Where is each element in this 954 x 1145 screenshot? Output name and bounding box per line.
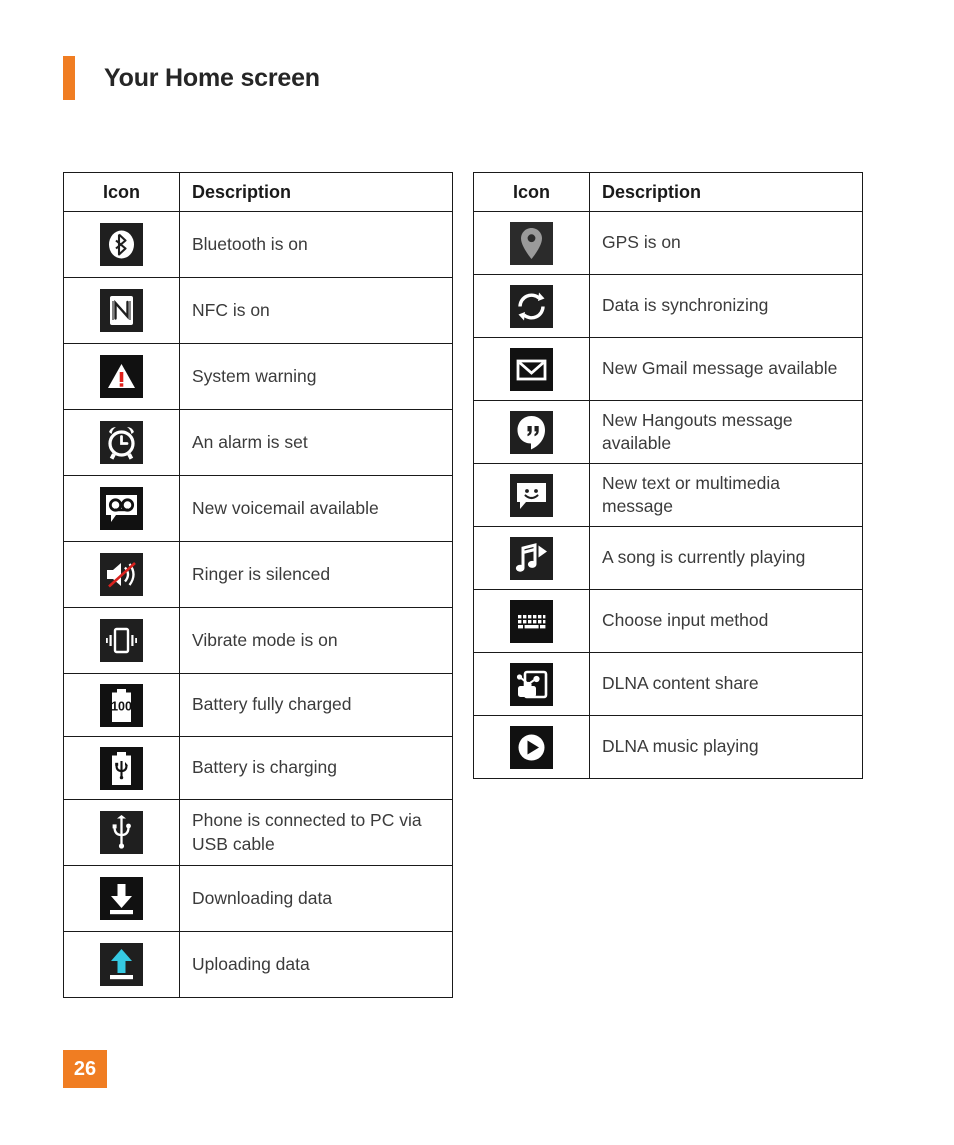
icon-cell bbox=[473, 526, 590, 590]
icon-cell bbox=[63, 409, 180, 476]
icon-cell bbox=[63, 931, 180, 998]
usb-icon bbox=[100, 811, 143, 854]
column-header-description: Description bbox=[589, 172, 863, 212]
icon-cell bbox=[473, 589, 590, 653]
description-cell: New voicemail available bbox=[179, 475, 453, 542]
nfc-icon bbox=[100, 289, 143, 332]
table-row: Ringer is silenced bbox=[63, 541, 453, 608]
table-row: New Gmail message available bbox=[473, 337, 863, 401]
table-row: 100 Battery fully charged bbox=[63, 673, 453, 737]
table-row: Downloading data bbox=[63, 865, 453, 932]
sms-icon bbox=[510, 473, 553, 517]
description-cell: Vibrate mode is on bbox=[179, 607, 453, 674]
header-accent-bar bbox=[63, 56, 75, 100]
gps-pin-icon bbox=[510, 221, 553, 265]
upload-icon bbox=[100, 943, 143, 986]
icon-cell bbox=[473, 463, 590, 527]
description-cell: NFC is on bbox=[179, 277, 453, 344]
download-icon bbox=[100, 877, 143, 920]
icon-cell bbox=[473, 211, 590, 275]
vibrate-icon bbox=[100, 619, 143, 662]
table-row: NFC is on bbox=[63, 277, 453, 344]
description-cell: New Hangouts message available bbox=[589, 400, 863, 464]
bluetooth-icon bbox=[100, 223, 143, 266]
status-icon-table-right: Icon Description GPS is on Data is synch… bbox=[473, 172, 863, 779]
description-cell: Ringer is silenced bbox=[179, 541, 453, 608]
icon-cell bbox=[63, 211, 180, 278]
mute-speaker-icon bbox=[100, 553, 143, 596]
table-row: System warning bbox=[63, 343, 453, 410]
description-cell: DLNA music playing bbox=[589, 715, 863, 779]
icon-cell bbox=[473, 400, 590, 464]
description-cell: New text or multimedia message bbox=[589, 463, 863, 527]
hangouts-icon bbox=[510, 410, 553, 454]
icon-cell bbox=[63, 607, 180, 674]
music-note-icon bbox=[510, 536, 553, 580]
dlna-share-icon bbox=[510, 662, 553, 706]
description-cell: Phone is connected to PC via USB cable bbox=[179, 799, 453, 866]
description-cell: Downloading data bbox=[179, 865, 453, 932]
voicemail-icon bbox=[100, 487, 143, 530]
table-row: New voicemail available bbox=[63, 475, 453, 542]
table-row: Choose input method bbox=[473, 589, 863, 653]
table-row: Vibrate mode is on bbox=[63, 607, 453, 674]
table-row: DLNA content share bbox=[473, 652, 863, 716]
icon-cell bbox=[473, 652, 590, 716]
table-row: A song is currently playing bbox=[473, 526, 863, 590]
status-icon-table-left: Icon Description Bluetooth is on NFC is … bbox=[63, 172, 453, 998]
description-cell: DLNA content share bbox=[589, 652, 863, 716]
table-row: New Hangouts message available bbox=[473, 400, 863, 464]
icon-cell bbox=[63, 475, 180, 542]
description-cell: Choose input method bbox=[589, 589, 863, 653]
description-cell: A song is currently playing bbox=[589, 526, 863, 590]
description-cell: GPS is on bbox=[589, 211, 863, 275]
table-row: An alarm is set bbox=[63, 409, 453, 476]
table-row: GPS is on bbox=[473, 211, 863, 275]
description-cell: Battery fully charged bbox=[179, 673, 453, 737]
table-row: Bluetooth is on bbox=[63, 211, 453, 278]
icon-cell bbox=[473, 715, 590, 779]
table-row: Uploading data bbox=[63, 931, 453, 998]
battery-charging-icon bbox=[100, 746, 143, 790]
description-cell: New Gmail message available bbox=[589, 337, 863, 401]
icon-cell bbox=[63, 865, 180, 932]
icon-cell bbox=[63, 541, 180, 608]
keyboard-icon bbox=[510, 599, 553, 643]
description-cell: Bluetooth is on bbox=[179, 211, 453, 278]
column-header-description: Description bbox=[179, 172, 453, 212]
column-header-icon: Icon bbox=[473, 172, 590, 212]
icon-cell bbox=[63, 277, 180, 344]
column-header-icon: Icon bbox=[63, 172, 180, 212]
table-header-row: Icon Description bbox=[473, 172, 863, 212]
table-row: Phone is connected to PC via USB cable bbox=[63, 799, 453, 866]
table-header-row: Icon Description bbox=[63, 172, 453, 212]
page-title: Your Home screen bbox=[104, 63, 320, 92]
icon-cell bbox=[63, 343, 180, 410]
alarm-clock-icon bbox=[100, 421, 143, 464]
page-number-badge: 26 bbox=[63, 1050, 107, 1088]
table-row: New text or multimedia message bbox=[473, 463, 863, 527]
sync-icon bbox=[510, 284, 553, 328]
table-row: DLNA music playing bbox=[473, 715, 863, 779]
description-cell: Data is synchronizing bbox=[589, 274, 863, 338]
svg-text:100: 100 bbox=[111, 699, 132, 713]
warning-icon bbox=[100, 355, 143, 398]
icon-cell bbox=[63, 736, 180, 800]
icon-cell: 100 bbox=[63, 673, 180, 737]
play-circle-icon bbox=[510, 725, 553, 769]
description-cell: Uploading data bbox=[179, 931, 453, 998]
description-cell: System warning bbox=[179, 343, 453, 410]
icon-cell bbox=[63, 799, 180, 866]
icon-cell bbox=[473, 274, 590, 338]
table-row: Data is synchronizing bbox=[473, 274, 863, 338]
battery-full-icon: 100 bbox=[100, 683, 143, 727]
description-cell: Battery is charging bbox=[179, 736, 453, 800]
icon-cell bbox=[473, 337, 590, 401]
table-row: Battery is charging bbox=[63, 736, 453, 800]
gmail-icon bbox=[510, 347, 553, 391]
description-cell: An alarm is set bbox=[179, 409, 453, 476]
page-header: Your Home screen bbox=[63, 56, 320, 100]
